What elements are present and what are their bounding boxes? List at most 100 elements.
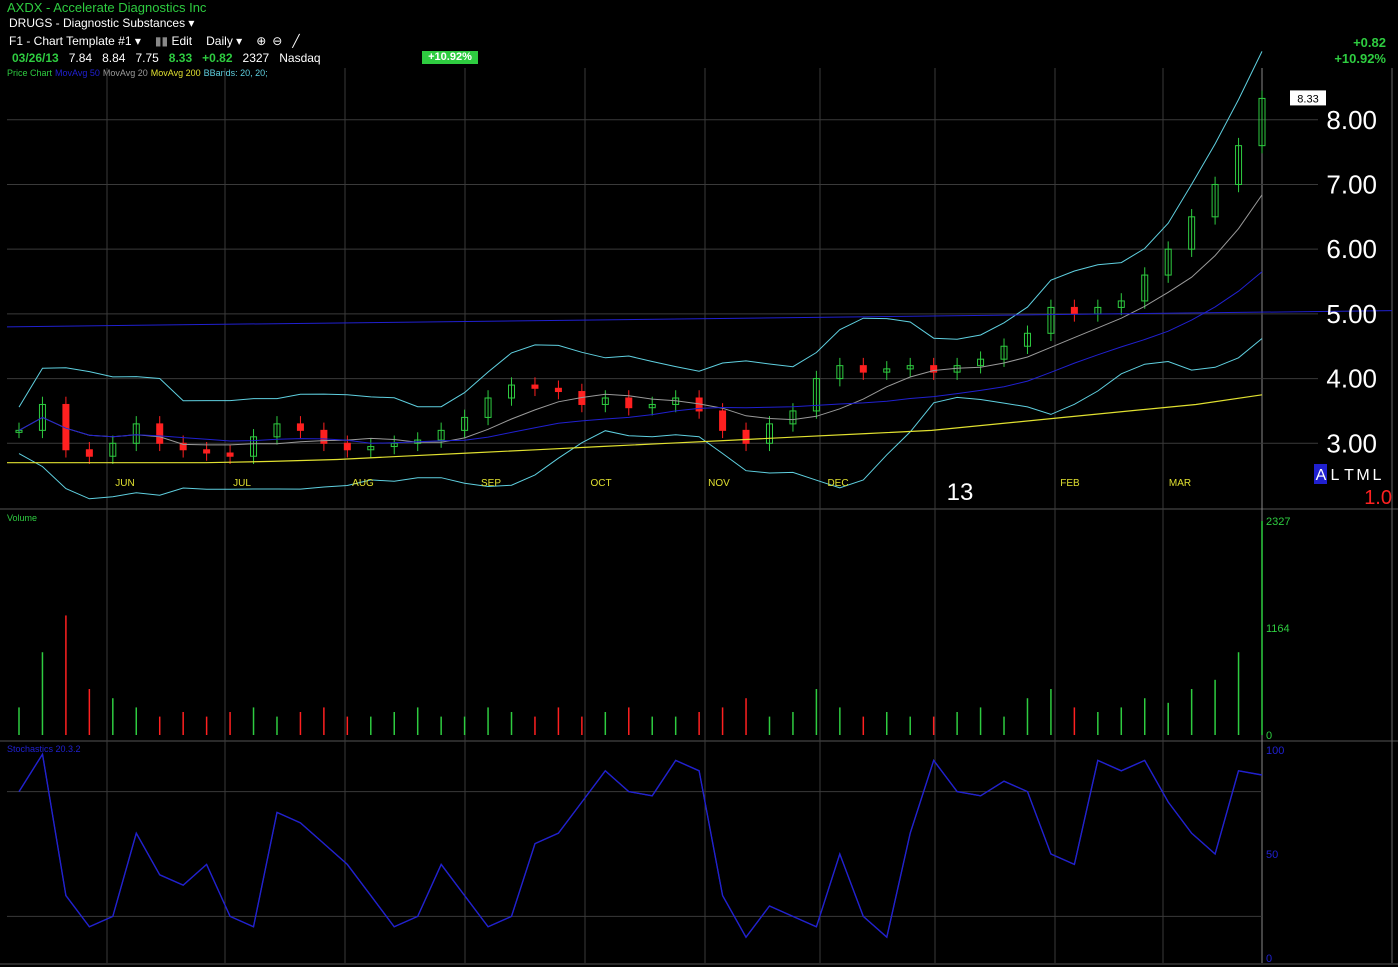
quote-date: 03/26/13 [12,51,59,65]
stochastic-panel [18,752,1263,939]
month-label: OCT [590,478,611,489]
candle-body [437,429,445,441]
chart-grid [0,68,1398,965]
month-label: NOV [708,478,730,489]
quote-low: 7.75 [135,51,159,65]
month-label: JUL [233,478,251,489]
month-label: MAR [1169,478,1191,489]
volume-tick-label: 0 [1266,730,1272,742]
bband-upper-line [18,51,1263,408]
chart-toolbar: F1 - Chart Template #1 ▾ ▮▮ Edit Daily ▾… [9,34,314,48]
month-label: JUN [115,478,134,489]
candle-body [461,416,469,431]
candle-body [1094,306,1102,315]
candle-body [695,397,703,412]
candle-body [156,423,164,444]
stochastic-tick-label: 50 [1266,849,1278,861]
candle-body [414,439,422,444]
legend-ma20[interactable]: MovAvg 20 [103,68,148,78]
candle-body [296,423,304,431]
edit-button[interactable]: ▮▮ Edit [155,34,192,48]
scale-value: 1.0 [1364,487,1392,509]
candle-body [1188,216,1196,250]
ma20-line [18,194,1263,446]
candle-body [625,397,633,409]
candle-body [977,358,985,367]
candle-body [1047,306,1055,334]
quote-exchange: Nasdaq [279,51,321,65]
quote-close: 8.33 [168,51,193,65]
price-panel [6,51,1393,500]
candle-body [883,368,891,373]
industry-group-label: DRUGS - Diagnostic Substances [9,16,186,30]
candle-body [742,429,750,444]
price-tick-label: 4.00 [1326,364,1377,394]
right-percent: +10.92% [1334,51,1386,66]
quote-bar: 03/26/13 7.84 8.84 7.75 8.33 +0.82 2327 … [12,51,331,65]
candle-body [1117,300,1125,308]
candle-body [484,397,492,418]
ma50-long-line [6,310,1393,328]
candle-body [320,429,328,444]
last-price-tag-text: 8.33 [1297,93,1318,105]
volume-tick-label: 2327 [1266,516,1290,528]
candle-body [250,436,258,457]
period-label: Daily [206,34,233,48]
zoom-out-icon[interactable]: ⊖ [272,34,282,48]
candle-body [508,384,516,399]
scale-letter: A [1316,467,1327,484]
legend-price[interactable]: Price Chart [7,68,52,78]
candle-body [203,449,211,454]
candle-body [812,378,820,412]
month-label: AUG [352,478,374,489]
period-dropdown[interactable]: Daily ▾ [206,34,242,48]
candle-body [132,423,140,444]
candle-body [179,442,187,451]
chevron-down-icon: ▾ [134,34,141,48]
candle-body [601,397,609,405]
legend-ma50[interactable]: MovAvg 50 [55,68,100,78]
symbol-title[interactable]: AXDX - Accelerate Diagnostics Inc [7,0,206,15]
stock-chart[interactable]: 8.00 7.00 6.00 5.00 4.00 3.00 JUN JUL AUG SEP OCT N… [0,0,1398,967]
chevron-down-icon: ▾ [236,34,243,48]
edit-label: Edit [171,34,193,48]
candle-body [1211,183,1219,218]
legend-ma200[interactable]: MovAvg 200 [151,68,201,78]
chart-header: AXDX - Accelerate Diagnostics Inc DRUGS … [0,0,1398,78]
scale-letter: L [1331,467,1340,484]
legend-bbands[interactable]: BBands: 20, 20; [204,68,268,78]
draw-pen-icon[interactable]: ╱ [292,34,299,48]
candle-body [1164,248,1172,276]
candle-body [1141,274,1149,302]
scale-letter: T [1344,467,1354,484]
candle-body [648,403,656,409]
price-tick-label: 6.00 [1326,234,1377,264]
candle-body [226,452,234,457]
zoom-in-icon[interactable]: ⊕ [256,34,266,48]
candle-body [554,387,562,393]
percent-change-badge: +10.92% [422,51,478,64]
scale-letter: L [1373,467,1382,484]
quote-change: +0.82 [202,51,233,65]
stochastic-tick-label: 100 [1266,745,1284,757]
candle-body [672,397,680,405]
quote-high: 8.84 [102,51,126,65]
stochastic-line [18,752,1263,939]
indicator-legend: Price Chart MovAvg 50 MovAvg 20 MovAvg 2… [7,68,268,78]
price-tick-label: 8.00 [1326,105,1377,135]
volume-title: Volume [7,513,37,523]
stochastic-tick-label: 0 [1266,953,1272,965]
scale-letter: M [1356,467,1369,484]
template-dropdown[interactable]: F1 - Chart Template #1 ▾ [9,34,141,48]
right-change: +0.82 [1353,35,1386,50]
year-label: 13 [947,479,974,506]
stochastic-signal-line [18,752,1263,939]
month-label: SEP [481,478,501,489]
price-tick-label: 7.00 [1326,169,1377,199]
candle-body [531,384,539,389]
industry-group-dropdown[interactable]: DRUGS - Diagnostic Substances ▾ [9,16,194,30]
candle-body [789,410,797,425]
candle-body [390,442,398,448]
bar-chart-icon: ▮▮ [154,34,169,48]
candle-body [273,423,281,438]
